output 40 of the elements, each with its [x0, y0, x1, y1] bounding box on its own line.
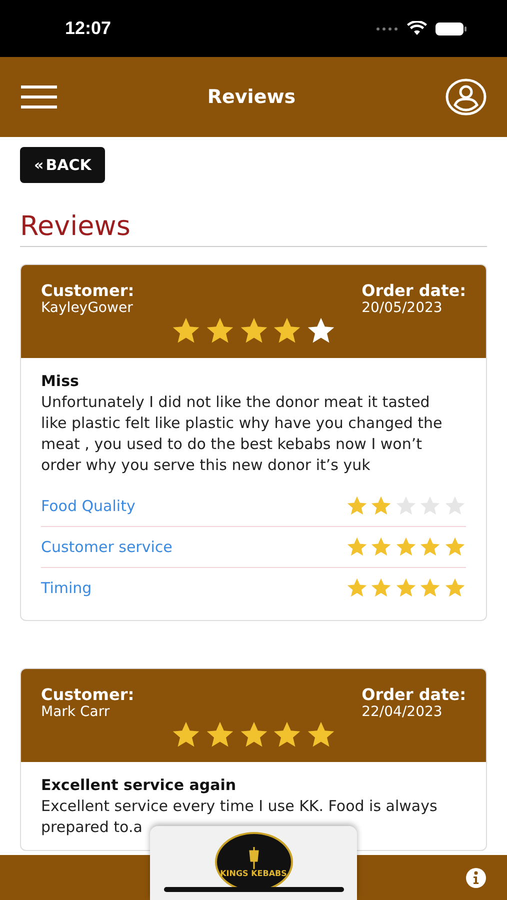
star-icon — [394, 495, 417, 517]
star-icon — [370, 577, 392, 599]
customer-label: Customer: — [41, 685, 134, 704]
info-icon[interactable] — [465, 866, 487, 888]
review-text: Unfortunately I did not like the donor meat it tasted like plastic felt like plastic why have you changed the meat , you used to do the best kebabs now I won’t order why you serve this new donor it’s yuk — [41, 392, 444, 476]
star-icon — [444, 495, 466, 517]
order-date-label: Order date: — [362, 685, 466, 704]
customer-name: KayleyGower — [41, 300, 134, 316]
section-title: Reviews — [20, 211, 487, 247]
menu-icon[interactable] — [20, 85, 58, 109]
star-icon — [370, 495, 392, 517]
star-icon — [346, 536, 368, 558]
star-icon — [419, 495, 442, 517]
star-icon — [419, 536, 442, 558]
status-time: 12:07 — [65, 18, 112, 39]
star-icon — [346, 495, 368, 517]
user-icon[interactable] — [444, 78, 487, 116]
review-title: Miss — [41, 372, 80, 390]
order-date: 20/05/2023 — [362, 300, 444, 316]
rating-label: Customer service — [41, 538, 172, 556]
header-title: Reviews — [207, 86, 296, 108]
star-icon — [370, 536, 392, 558]
star-icon — [346, 577, 368, 599]
order-date-label: Order date: — [362, 281, 466, 300]
star-icon — [444, 577, 466, 599]
customer-label: Customer: — [41, 281, 134, 300]
wifi-icon — [407, 21, 427, 36]
order-date: 22/04/2023 — [362, 704, 444, 720]
star-icon — [394, 536, 417, 558]
signal-icon — [375, 26, 399, 30]
review-title: Excellent service again — [41, 776, 238, 794]
rating-label: Food Quality — [41, 497, 136, 515]
star-icon — [394, 577, 417, 599]
star-icon — [444, 536, 466, 558]
star-icon — [419, 577, 442, 599]
rating-label: Timing — [41, 579, 92, 597]
customer-name: Mark Carr — [41, 704, 111, 720]
logo-tab[interactable]: KINGS KEBABS — [150, 826, 357, 900]
battery-icon — [435, 22, 467, 36]
back-button[interactable]: «BACK — [20, 147, 106, 183]
